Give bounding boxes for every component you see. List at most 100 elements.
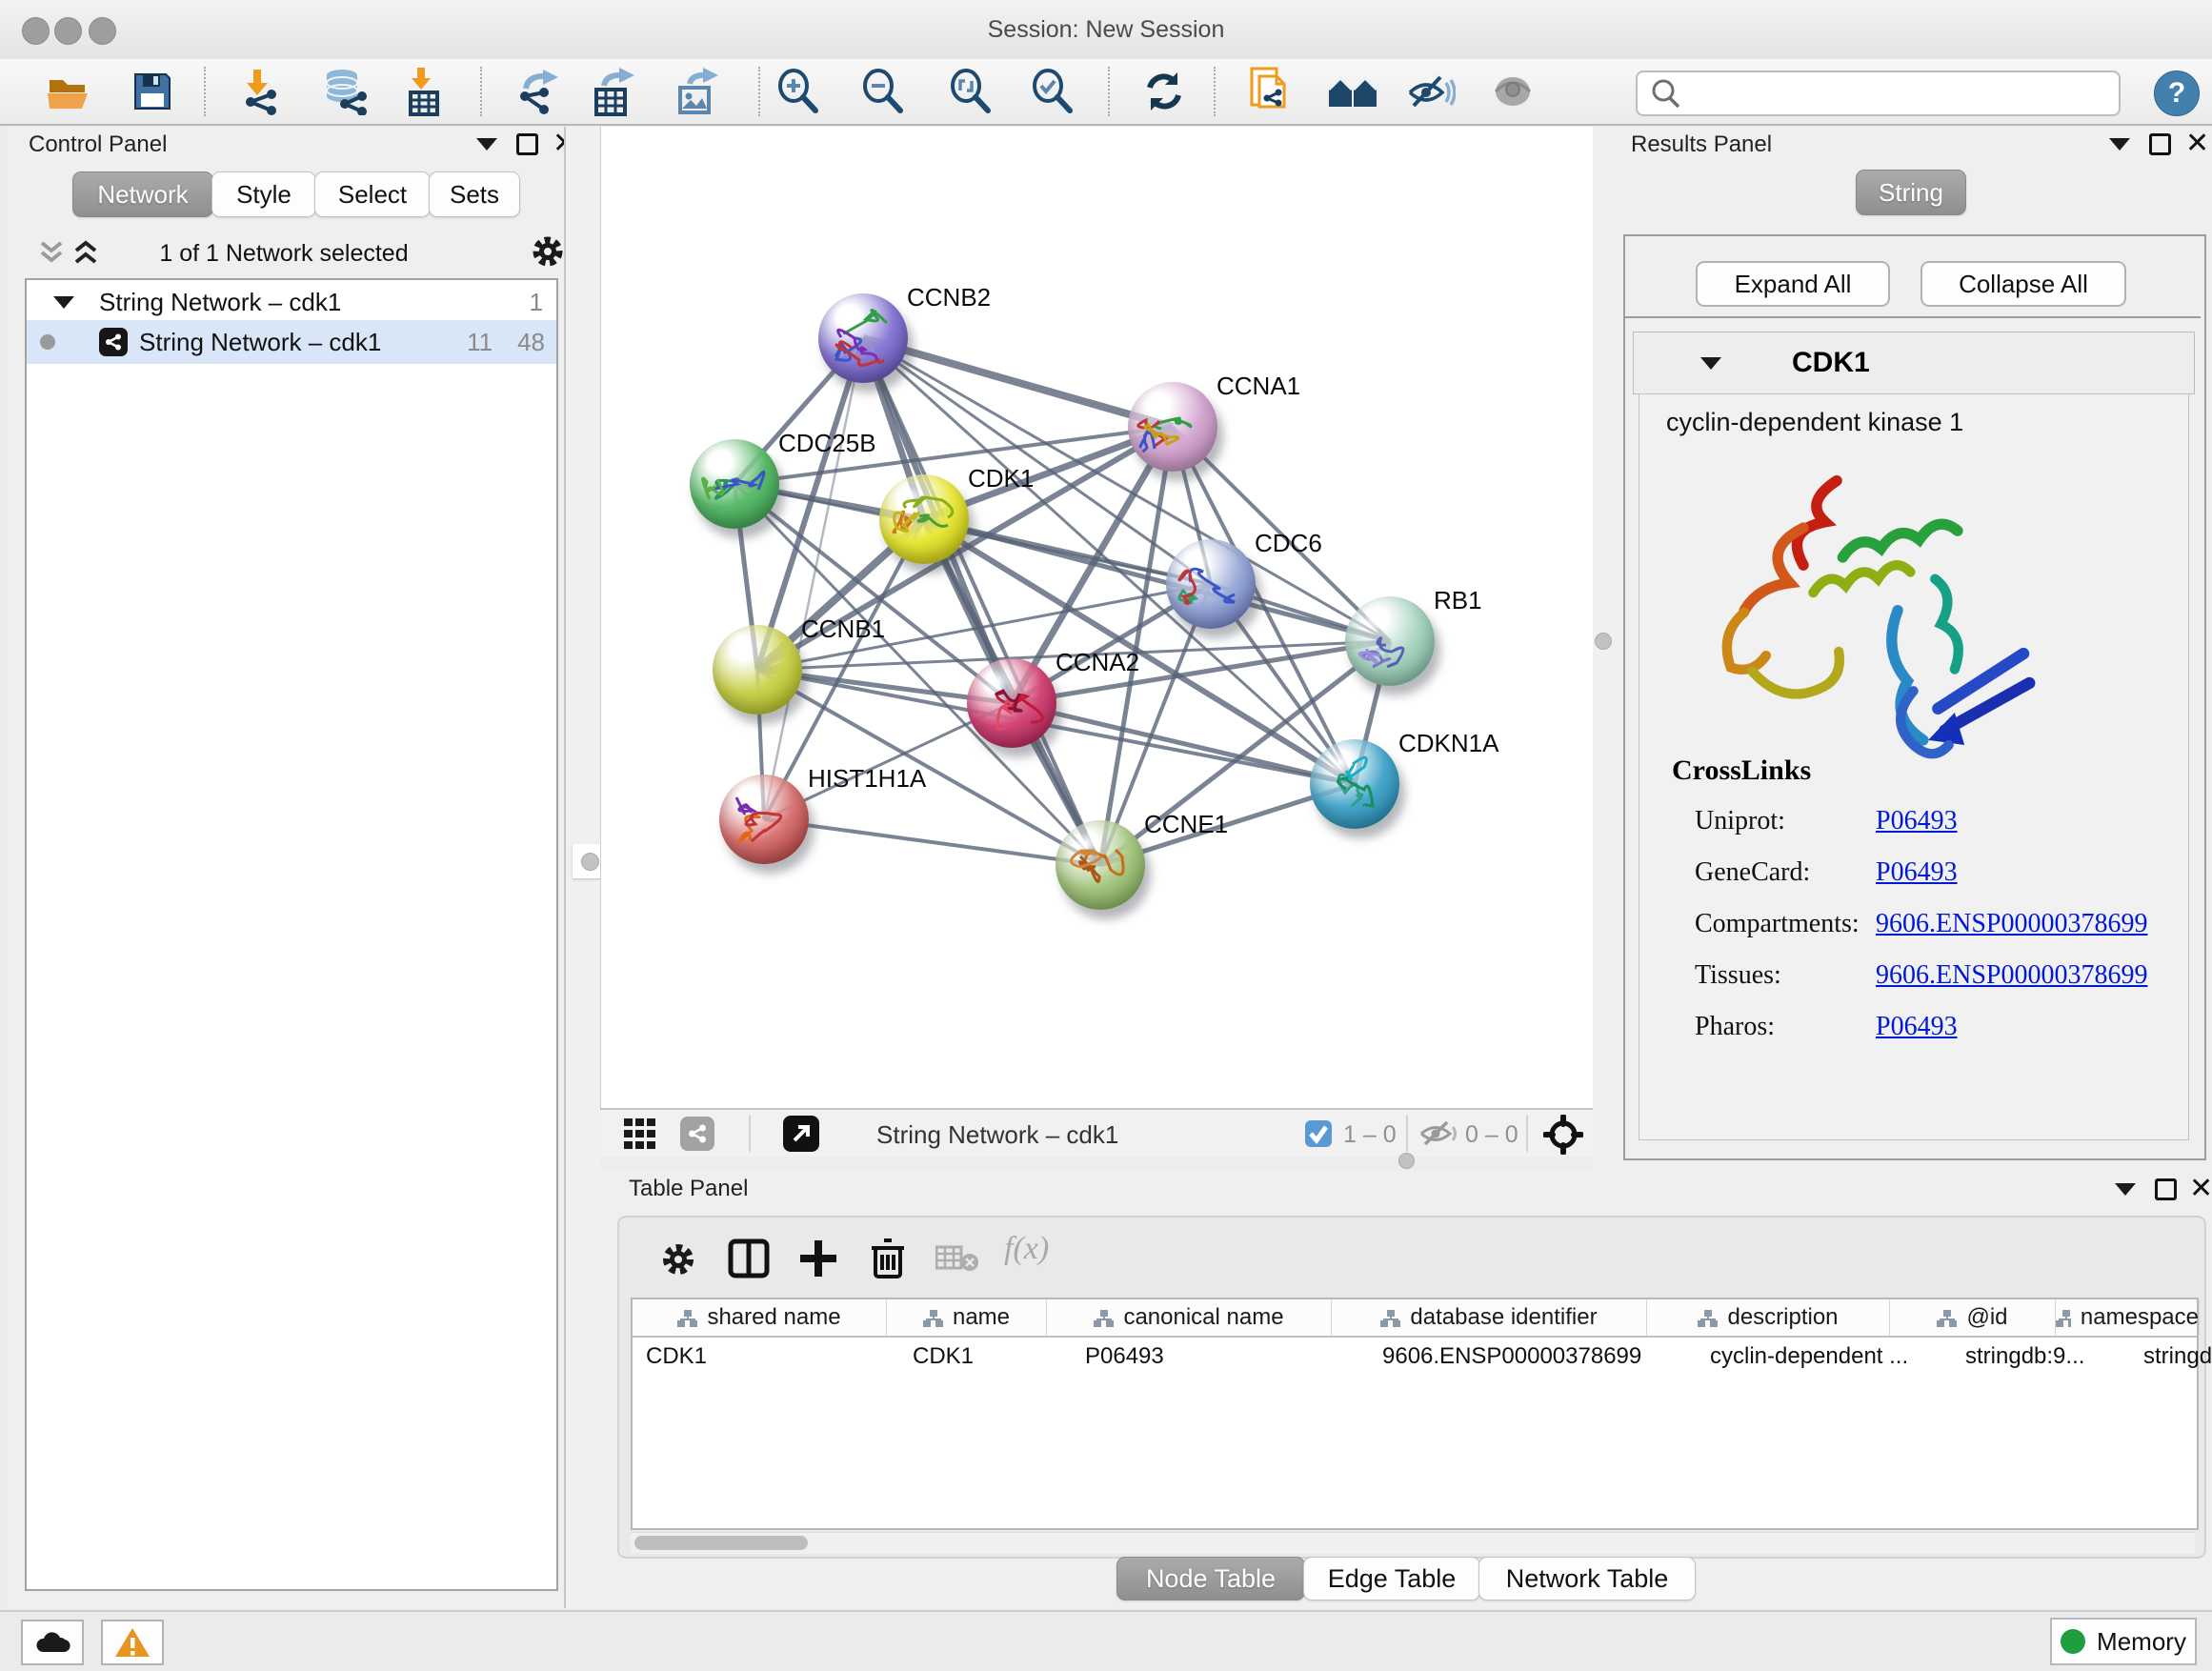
zoom-in-icon[interactable] [774, 67, 823, 116]
network-node-HIST1H1A[interactable] [719, 775, 809, 864]
protein-structure-thumbnail [967, 658, 1056, 748]
birds-eye-grid-icon[interactable] [624, 1118, 658, 1151]
open-in-new-window-icon[interactable] [783, 1116, 819, 1152]
panel-float-icon[interactable] [2155, 1178, 2177, 1200]
save-session-icon[interactable] [128, 67, 177, 116]
crosslink-link[interactable]: 9606.ENSP00000378699 [1876, 960, 2147, 991]
tab-string[interactable]: String [1856, 170, 1966, 215]
table-gear-icon[interactable] [659, 1240, 697, 1278]
zoom-fit-icon[interactable] [946, 67, 995, 116]
show-columns-icon[interactable] [728, 1238, 770, 1278]
table-cell[interactable]: CDK1 [899, 1338, 1072, 1376]
memory-button[interactable]: Memory [2050, 1618, 2197, 1665]
results-button-row: Expand All Collapse All [1625, 236, 2201, 318]
current-network-dot-icon [40, 334, 55, 350]
network-node-CCNA2[interactable] [967, 658, 1056, 748]
panel-float-icon[interactable] [2149, 133, 2171, 155]
export-image-icon[interactable] [674, 67, 723, 116]
delete-column-icon[interactable] [869, 1237, 907, 1280]
warning-status-button[interactable] [101, 1620, 164, 1665]
network-node-CCNA1[interactable] [1128, 382, 1217, 472]
table-hscrollbar-thumb[interactable] [634, 1536, 808, 1550]
panel-float-icon[interactable] [516, 133, 538, 155]
zoom-selected-icon[interactable] [1028, 67, 1077, 116]
tab-network-table[interactable]: Network Table [1478, 1557, 1696, 1601]
network-collection-row[interactable]: String Network – cdk1 1 [27, 284, 556, 320]
tab-node-table[interactable]: Node Table [1116, 1557, 1305, 1601]
column-header-shared-name[interactable]: shared name [633, 1299, 887, 1336]
network-canvas[interactable]: CCNB2CCNA1CDC25BCDK1CDC6RB1CCNB1CCNA2CDK… [600, 127, 1595, 1108]
table-cell[interactable]: stringdb:9... [1952, 1338, 2130, 1376]
panel-menu-icon[interactable] [2109, 138, 2130, 151]
tab-style[interactable]: Style [211, 171, 316, 217]
collapse-all-icon[interactable] [36, 239, 69, 266]
panel-close-icon[interactable]: ✕ [2185, 134, 2209, 153]
warning-icon [113, 1626, 151, 1659]
table-hscrollbar[interactable] [631, 1532, 2195, 1554]
expand-all-button[interactable]: Expand All [1696, 261, 1890, 307]
fit-selection-crosshair-icon[interactable] [1543, 1115, 1583, 1155]
table-cell[interactable]: stringdb [2130, 1338, 2212, 1376]
network-node-CDC25B[interactable] [690, 439, 779, 529]
collection-collapse-icon[interactable] [53, 296, 74, 309]
column-header-name[interactable]: name [887, 1299, 1047, 1336]
table-cell[interactable]: CDK1 [633, 1338, 899, 1376]
export-table-icon[interactable] [590, 67, 639, 116]
open-session-icon[interactable] [44, 67, 93, 116]
import-network-from-file-icon[interactable] [236, 67, 286, 116]
crosslink-link[interactable]: P06493 [1876, 857, 1958, 888]
network-node-CCNB2[interactable] [818, 293, 908, 383]
import-table-from-file-icon[interactable] [399, 67, 449, 116]
crosslink-link[interactable]: P06493 [1876, 1012, 1958, 1042]
expand-all-icon[interactable] [70, 239, 103, 266]
zoom-out-icon[interactable] [858, 67, 908, 116]
network-node-CDKN1A[interactable] [1310, 739, 1399, 829]
table-row[interactable]: CDK1CDK1P064939606.ENSP00000378699cyclin… [633, 1338, 2197, 1376]
help-button[interactable]: ? [2154, 70, 2200, 116]
search-field[interactable] [1636, 70, 2121, 116]
panel-menu-icon[interactable] [476, 138, 497, 151]
column-header-canonical-name[interactable]: canonical name [1047, 1299, 1332, 1336]
section-collapse-icon[interactable] [1700, 357, 1721, 370]
cloud-status-button[interactable] [21, 1620, 84, 1665]
network-node-CCNB1[interactable] [713, 625, 802, 715]
network-node-RB1[interactable] [1345, 596, 1435, 686]
import-network-from-database-icon[interactable] [320, 67, 370, 116]
search-input[interactable] [1689, 79, 2119, 108]
tab-edge-table[interactable]: Edge Table [1303, 1557, 1480, 1601]
table-cell[interactable]: 9606.ENSP00000378699 [1369, 1338, 1697, 1376]
tab-sets[interactable]: Sets [429, 171, 520, 217]
tab-network[interactable]: Network [72, 171, 213, 217]
collapse-all-button[interactable]: Collapse All [1920, 261, 2126, 307]
table-cell[interactable]: cyclin-dependent ... [1697, 1338, 1952, 1376]
network-node-CDC6[interactable] [1166, 539, 1256, 629]
change-confidence-icon[interactable] [1327, 67, 1377, 116]
tab-select[interactable]: Select [314, 171, 431, 217]
hide-glass-eye-icon[interactable] [1406, 67, 1456, 116]
export-network-icon[interactable] [513, 67, 563, 116]
column-header-description[interactable]: description [1647, 1299, 1890, 1336]
protein-structure-image [1683, 463, 2045, 777]
crosslink-link[interactable]: P06493 [1876, 806, 1958, 836]
selected-checkbox-icon[interactable] [1305, 1120, 1332, 1147]
network-node-CDK1[interactable] [879, 474, 969, 564]
show-glass-eye-icon[interactable] [1488, 67, 1538, 116]
network-node-CCNE1[interactable] [1056, 820, 1145, 910]
right-splitter-handle[interactable] [1595, 633, 1612, 650]
bottom-splitter-handle[interactable] [1398, 1153, 1415, 1169]
crosslink-link[interactable]: 9606.ENSP00000378699 [1876, 909, 2147, 939]
column-header-database-identifier[interactable]: database identifier [1332, 1299, 1647, 1336]
string-import-icon[interactable] [1245, 67, 1295, 116]
column-header-namespace[interactable]: namespace [2056, 1299, 2200, 1336]
panel-close-icon[interactable]: ✕ [2189, 1179, 2212, 1198]
panel-menu-icon[interactable] [2115, 1183, 2136, 1196]
string-view-icon[interactable] [680, 1117, 714, 1151]
add-column-icon[interactable] [798, 1238, 838, 1278]
table-cell[interactable]: P06493 [1072, 1338, 1369, 1376]
network-options-gear-icon[interactable] [530, 233, 566, 270]
update-layout-icon[interactable] [1139, 67, 1189, 116]
protein-section-header[interactable]: CDK1 [1633, 332, 2195, 394]
network-row-selected[interactable]: String Network – cdk1 11 48 [27, 320, 556, 364]
hidden-eye-icon [1418, 1119, 1459, 1148]
column-header--id[interactable]: @id [1890, 1299, 2056, 1336]
